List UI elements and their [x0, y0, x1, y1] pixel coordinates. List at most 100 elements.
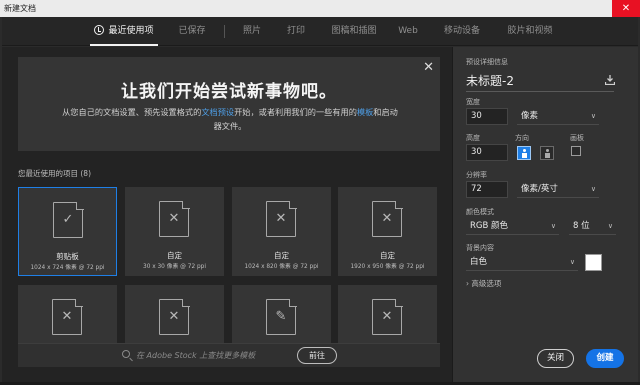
unit-select[interactable]: 像素 ∨ [517, 108, 599, 125]
document-icon: ✕ [372, 200, 403, 237]
advanced-options-toggle[interactable]: › 高级选项 [466, 278, 501, 289]
document-icon: ✕ [159, 200, 190, 237]
document-icon: ✎ [266, 298, 297, 335]
background-color-swatch[interactable] [585, 254, 602, 271]
orientation-label: 方向 [515, 134, 529, 142]
recent-item-card[interactable]: ✕ 自定 30 x 30 像素 @ 72 ppi [125, 187, 224, 276]
welcome-banner: ✕ 让我们开始尝试新事物吧。 从您自己的文档设置、预先设置格式的文档预设开始，或… [18, 57, 440, 151]
color-mode-label: 颜色模式 [466, 208, 494, 216]
pen-icon: ✕ [381, 211, 393, 226]
chevron-down-icon: ∨ [550, 222, 556, 230]
recent-item-card[interactable]: ✓ 剪贴板 1024 x 724 像素 @ 72 ppi [18, 187, 117, 276]
resolution-label: 分辨率 [466, 171, 487, 179]
banner-close-icon[interactable]: ✕ [423, 60, 434, 75]
main-area: ✕ 让我们开始尝试新事物吧。 从您自己的文档设置、预先设置格式的文档预设开始，或… [2, 47, 452, 382]
save-preset-icon[interactable] [605, 75, 615, 85]
tab-mobile[interactable]: 移动设备 [438, 17, 486, 46]
tab-film-video[interactable]: 胶片和视频 [500, 17, 560, 46]
width-label: 宽度 [466, 98, 480, 106]
document-icon: ✕ [266, 200, 297, 237]
background-label: 背景内容 [466, 244, 494, 252]
search-icon [122, 350, 130, 358]
stock-search-input[interactable]: 在 Adobe Stock 上查找更多模板 [136, 350, 255, 361]
category-tabs: 最近使用项 已保存 照片 打印 图稿和插图 Web 移动设备 胶片和视频 [2, 17, 638, 46]
pen-icon: ✕ [168, 211, 180, 226]
resolution-input[interactable]: 72 [466, 181, 508, 198]
tab-saved[interactable]: 已保存 [172, 17, 212, 46]
window-close-button[interactable]: ✕ [612, 0, 640, 17]
recent-item-dimensions: 30 x 30 像素 @ 72 ppi [143, 264, 206, 270]
banner-heading: 让我们开始尝试新事物吧。 [121, 82, 337, 102]
recent-item-dimensions: 1024 x 820 像素 @ 72 ppi [244, 264, 319, 270]
preset-details-label: 预设详细信息 [466, 58, 508, 66]
window-titlebar: 新建文档 ✕ [0, 0, 640, 17]
close-button[interactable]: 关闭 [537, 349, 574, 368]
color-mode-select[interactable]: RGB 颜色 ∨ [466, 218, 559, 235]
tab-print[interactable]: 打印 [280, 17, 312, 46]
landscape-orientation-button[interactable] [540, 146, 554, 160]
document-icon: ✕ [52, 298, 83, 335]
chevron-right-icon: › [466, 279, 469, 288]
recent-item-name: 自定 [380, 251, 395, 260]
document-icon: ✕ [159, 298, 190, 335]
templates-link[interactable]: 模板 [357, 107, 373, 117]
chevron-down-icon: ∨ [590, 112, 596, 120]
unit-value: 像素 [521, 111, 539, 121]
chevron-down-icon: ∨ [607, 222, 613, 230]
vector-pen-icon: ✎ [275, 309, 287, 324]
window-title: 新建文档 [4, 4, 36, 13]
tab-separator [224, 25, 225, 38]
artboard-checkbox[interactable] [571, 146, 581, 156]
recent-item-card[interactable]: ✎ [232, 285, 331, 343]
artboard-label: 画板 [570, 134, 584, 142]
banner-text: 开始，或者利用我们的一些有用的 [234, 107, 357, 117]
recent-item-card[interactable]: ✕ [18, 285, 117, 343]
tab-web[interactable]: Web [394, 17, 422, 46]
stock-search-bar[interactable]: 在 Adobe Stock 上查找更多模板 前往 [18, 343, 440, 367]
document-icon: ✕ [372, 298, 403, 335]
banner-description: 从您自己的文档设置、预先设置格式的文档预设开始，或者利用我们的一些有用的模板和启… [62, 105, 398, 133]
resolution-unit-value: 像素/英寸 [521, 184, 558, 194]
recent-item-dimensions: 1024 x 724 像素 @ 72 ppi [30, 265, 105, 271]
clock-icon [94, 25, 105, 35]
recent-items-label: 您最近使用的项目 (8) [18, 169, 92, 178]
tab-label: 最近使用项 [108, 26, 154, 36]
document-presets-link[interactable]: 文档预设 [201, 107, 234, 117]
color-mode-value: RGB 颜色 [470, 221, 509, 231]
document-name-input[interactable]: 未标题-2 [466, 72, 614, 92]
width-input[interactable]: 30 [466, 108, 508, 125]
go-button[interactable]: 前往 [297, 347, 337, 364]
check-icon: ✓ [62, 212, 74, 227]
recent-item-card[interactable]: ✕ [338, 285, 437, 343]
recent-item-card[interactable]: ✕ 自定 1024 x 820 像素 @ 72 ppi [232, 187, 331, 276]
chevron-down-icon: ∨ [569, 258, 575, 266]
bit-depth-value: 8 位 [573, 221, 590, 231]
height-label: 高度 [466, 134, 480, 142]
recent-item-dimensions: 1920 x 950 像素 @ 72 ppi [350, 264, 425, 270]
recent-item-card[interactable]: ✕ [125, 285, 224, 343]
create-button[interactable]: 创建 [586, 349, 624, 368]
background-select[interactable]: 白色 ∨ [466, 254, 578, 271]
recent-item-card[interactable]: ✕ 自定 1920 x 950 像素 @ 72 ppi [338, 187, 437, 276]
pen-icon: ✕ [275, 211, 287, 226]
banner-text: 从您自己的文档设置、预先设置格式的 [62, 107, 202, 117]
tab-photo[interactable]: 照片 [236, 17, 268, 46]
pen-icon: ✕ [61, 309, 73, 324]
tab-art-illustration[interactable]: 图稿和插图 [326, 17, 382, 46]
portrait-orientation-button[interactable] [517, 146, 531, 160]
portrait-icon [522, 149, 527, 158]
document-icon: ✓ [53, 201, 84, 238]
resolution-unit-select[interactable]: 像素/英寸 ∨ [517, 181, 599, 198]
pen-icon: ✕ [381, 309, 393, 324]
height-input[interactable]: 30 [466, 144, 508, 161]
bit-depth-select[interactable]: 8 位 ∨ [569, 218, 616, 235]
recent-item-name: 自定 [167, 251, 182, 260]
background-value: 白色 [470, 257, 488, 267]
landscape-icon [545, 149, 550, 158]
recent-item-name: 自定 [274, 251, 289, 260]
tab-recent[interactable]: 最近使用项 [90, 17, 158, 46]
chevron-down-icon: ∨ [590, 185, 596, 193]
pen-icon: ✕ [168, 309, 180, 324]
preset-details-panel: 预设详细信息 未标题-2 宽度 30 像素 ∨ 高度 方向 画板 30 分辨率 7… [452, 47, 638, 382]
advanced-options-label: 高级选项 [471, 279, 502, 288]
